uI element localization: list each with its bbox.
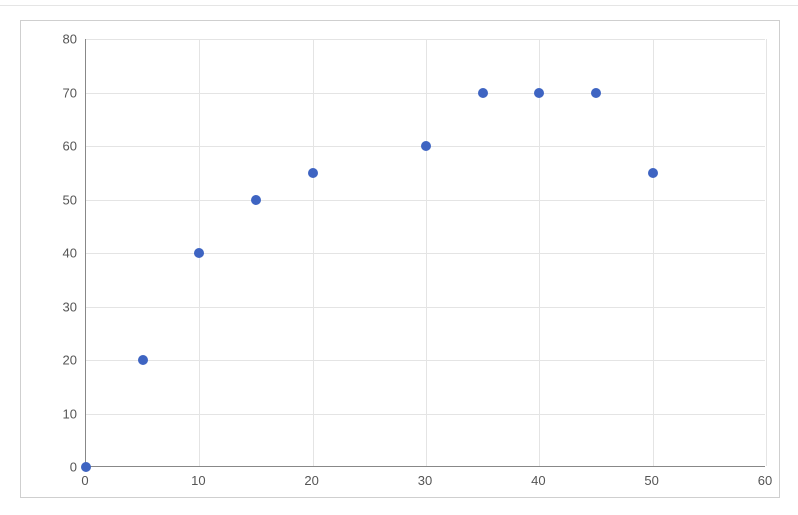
y-tick-label: 40 [63, 246, 77, 261]
gridline-horizontal [86, 39, 765, 40]
data-point [534, 88, 544, 98]
data-point [138, 355, 148, 365]
data-point [591, 88, 601, 98]
data-point [308, 168, 318, 178]
gridline-horizontal [86, 307, 765, 308]
x-tick-label: 20 [304, 473, 318, 488]
scatter-chart: 0 10 20 30 40 50 60 0 10 20 30 40 50 60 70 80 [20, 20, 780, 498]
gridline-vertical [766, 39, 767, 466]
gridline-horizontal [86, 360, 765, 361]
top-divider [0, 0, 798, 6]
y-tick-label: 60 [63, 139, 77, 154]
y-tick-label: 80 [63, 32, 77, 47]
y-tick-label: 70 [63, 85, 77, 100]
x-tick-label: 10 [191, 473, 205, 488]
x-tick-label: 0 [81, 473, 88, 488]
gridline-horizontal [86, 414, 765, 415]
data-point [421, 141, 431, 151]
y-tick-label: 20 [63, 353, 77, 368]
data-point [478, 88, 488, 98]
gridline-horizontal [86, 200, 765, 201]
plot-area [85, 39, 765, 467]
x-tick-label: 40 [531, 473, 545, 488]
gridline-horizontal [86, 93, 765, 94]
y-tick-label: 10 [63, 406, 77, 421]
y-tick-label: 50 [63, 192, 77, 207]
data-point [648, 168, 658, 178]
y-tick-label: 30 [63, 299, 77, 314]
y-tick-label: 0 [70, 460, 77, 475]
data-point [251, 195, 261, 205]
data-point [194, 248, 204, 258]
gridline-horizontal [86, 253, 765, 254]
x-tick-label: 30 [418, 473, 432, 488]
x-tick-label: 50 [644, 473, 658, 488]
data-point [81, 462, 91, 472]
x-tick-label: 60 [758, 473, 772, 488]
